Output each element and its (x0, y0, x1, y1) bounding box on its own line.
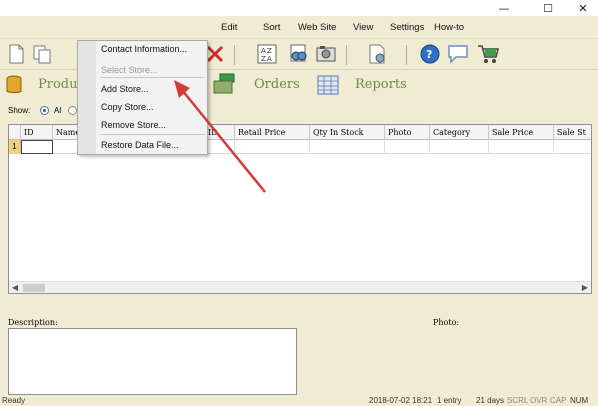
photo-label: Photo: (433, 318, 460, 327)
menu-web-site[interactable]: Web Site (298, 22, 336, 33)
menu-gutter (78, 41, 96, 154)
menu-item-restore-data-file[interactable]: Restore Data File... (101, 140, 179, 150)
table-cell-selected[interactable] (21, 140, 53, 154)
row-number: 1 (9, 140, 21, 154)
toolbar-separator (406, 45, 407, 65)
tab-orders[interactable]: Orders (254, 77, 300, 92)
menu-separator (100, 77, 205, 78)
horizontal-scrollbar[interactable]: ◀ ▶ (9, 281, 591, 293)
svg-text:Z: Z (267, 47, 272, 55)
scroll-left-icon[interactable]: ◀ (9, 282, 21, 293)
minimize-button[interactable]: — (486, 0, 522, 16)
scroll-right-icon[interactable]: ▶ (579, 282, 591, 293)
sort-az-icon[interactable]: AZZA (255, 43, 279, 65)
title-bar: — ☐ ✕ (0, 0, 598, 16)
orders-icon[interactable] (212, 73, 236, 97)
table-cell[interactable] (385, 140, 430, 154)
description-textarea[interactable] (8, 328, 297, 395)
table-cell[interactable] (235, 140, 310, 154)
menu-sort[interactable]: Sort (263, 22, 280, 33)
status-bar: Ready 2018-07-02 18:21 1 entry 21 days S… (0, 396, 598, 406)
radio-other[interactable] (68, 106, 77, 115)
reports-icon[interactable] (317, 75, 339, 97)
menu-edit[interactable]: Edit (221, 22, 237, 33)
menu-item-remove-store[interactable]: Remove Store... (101, 120, 166, 130)
menu-settings[interactable]: Settings (390, 22, 424, 33)
column-header[interactable]: Photo (385, 125, 430, 140)
menu-item-select-store: Select Store... (101, 65, 158, 75)
products-icon[interactable] (6, 75, 22, 97)
status-datetime: 2018-07-02 18:21 (369, 396, 433, 405)
menu-item-copy-store[interactable]: Copy Store... (101, 102, 154, 112)
menu-item-contact-information[interactable]: Contact Information... (101, 44, 187, 54)
status-num: NUM (570, 396, 589, 405)
status-scrl: SCRL (507, 396, 529, 405)
svg-text:A: A (261, 47, 266, 55)
svg-text:A: A (267, 55, 272, 63)
status-entries: 1 entry (437, 396, 462, 405)
table-cell[interactable] (489, 140, 554, 154)
camera-icon[interactable] (314, 43, 338, 65)
store-dropdown-menu: Contact Information... Select Store... A… (77, 40, 208, 155)
corner-cell (9, 125, 21, 140)
column-header[interactable]: ID (21, 125, 53, 140)
status-days: 21 days (476, 396, 505, 405)
toolbar-separator (234, 45, 235, 65)
help-icon[interactable]: ? (418, 43, 442, 65)
tab-reports[interactable]: Reports (355, 77, 407, 92)
show-label: Show: (8, 106, 31, 115)
column-header[interactable]: Retail Price (235, 125, 310, 140)
maximize-button[interactable]: ☐ (530, 0, 566, 16)
menu-item-add-store[interactable]: Add Store... (101, 84, 149, 94)
radio-all-label: Al (54, 106, 62, 115)
svg-text:Z: Z (261, 55, 266, 63)
copy-icon[interactable] (30, 43, 54, 65)
column-header[interactable]: Sale Price (489, 125, 554, 140)
table-cell[interactable] (310, 140, 385, 154)
column-header[interactable]: ID (205, 125, 235, 140)
radio-all[interactable] (40, 106, 49, 115)
status-ready: Ready (2, 396, 26, 405)
menu-separator (100, 134, 205, 135)
find-icon[interactable] (286, 43, 310, 65)
column-header[interactable]: Category (430, 125, 489, 140)
column-header[interactable]: Qty In Stock (310, 125, 385, 140)
menu-bar: Edit Sort Web Site View Settings How-to (0, 19, 598, 37)
chat-icon[interactable] (446, 43, 470, 65)
description-label: Description: (8, 318, 58, 327)
table-cell[interactable] (205, 140, 235, 154)
menu-how-to[interactable]: How-to (434, 22, 464, 33)
column-header[interactable]: Sale St (554, 125, 591, 140)
tab-products[interactable]: Produ (38, 77, 77, 92)
new-document-icon[interactable] (4, 43, 28, 65)
menu-view[interactable]: View (353, 22, 373, 33)
status-ovr: OVR (530, 396, 548, 405)
scroll-thumb[interactable] (23, 284, 45, 292)
close-button[interactable]: ✕ (565, 0, 598, 16)
status-cap: CAP (550, 396, 567, 405)
cart-icon[interactable] (476, 43, 500, 65)
svg-text:?: ? (426, 48, 432, 61)
upload-icon[interactable] (365, 43, 389, 65)
toolbar-separator (346, 45, 347, 65)
table-cell[interactable] (430, 140, 489, 154)
